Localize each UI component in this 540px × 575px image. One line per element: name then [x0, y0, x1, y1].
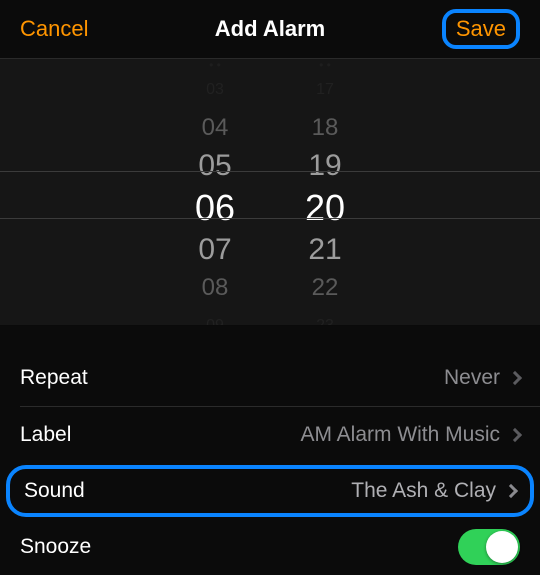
minute-option: 22 — [312, 269, 339, 307]
snooze-label: Snooze — [20, 535, 91, 559]
hour-wheel[interactable]: • • 03 04 05 06 07 08 09 — [160, 59, 270, 325]
minute-option: 17 — [316, 71, 334, 109]
hour-option: 05 — [198, 147, 231, 185]
toggle-knob — [486, 531, 518, 563]
minute-option: 23 — [316, 307, 334, 326]
hour-option: 08 — [202, 269, 229, 307]
chevron-right-icon — [504, 484, 518, 498]
label-value: AM Alarm With Music — [300, 423, 520, 447]
label-row[interactable]: Label AM Alarm With Music — [0, 407, 540, 463]
save-button-label: Save — [456, 16, 506, 41]
chevron-right-icon — [508, 428, 522, 442]
minute-option: 19 — [308, 147, 341, 185]
hour-option: 03 — [206, 71, 224, 109]
minute-option: 18 — [312, 109, 339, 147]
sound-label: Sound — [24, 479, 85, 503]
settings-list: Repeat Never Label AM Alarm With Music S… — [0, 326, 540, 575]
hour-option: 07 — [198, 231, 231, 269]
repeat-value: Never — [444, 366, 520, 390]
minute-option: 21 — [308, 231, 341, 269]
time-picker[interactable]: • • 03 04 05 06 07 08 09 • • 17 18 19 20… — [0, 58, 540, 326]
chevron-right-icon — [508, 371, 522, 385]
minute-selected: 20 — [305, 185, 345, 231]
hour-option: 04 — [202, 109, 229, 147]
label-label: Label — [20, 423, 71, 447]
repeat-label: Repeat — [20, 366, 88, 390]
repeat-row[interactable]: Repeat Never — [0, 350, 540, 406]
hour-option: 09 — [206, 307, 224, 326]
cancel-button[interactable]: Cancel — [20, 16, 88, 42]
snooze-row: Snooze — [0, 519, 540, 575]
sound-value: The Ash & Clay — [351, 479, 516, 503]
sound-row[interactable]: Sound The Ash & Clay — [6, 465, 534, 517]
save-button[interactable]: Save — [442, 9, 520, 49]
minute-wheel[interactable]: • • 17 18 19 20 21 22 23 — [270, 59, 380, 325]
header: Cancel Add Alarm Save — [0, 0, 540, 58]
snooze-toggle[interactable] — [458, 529, 520, 565]
hour-selected: 06 — [195, 185, 235, 231]
